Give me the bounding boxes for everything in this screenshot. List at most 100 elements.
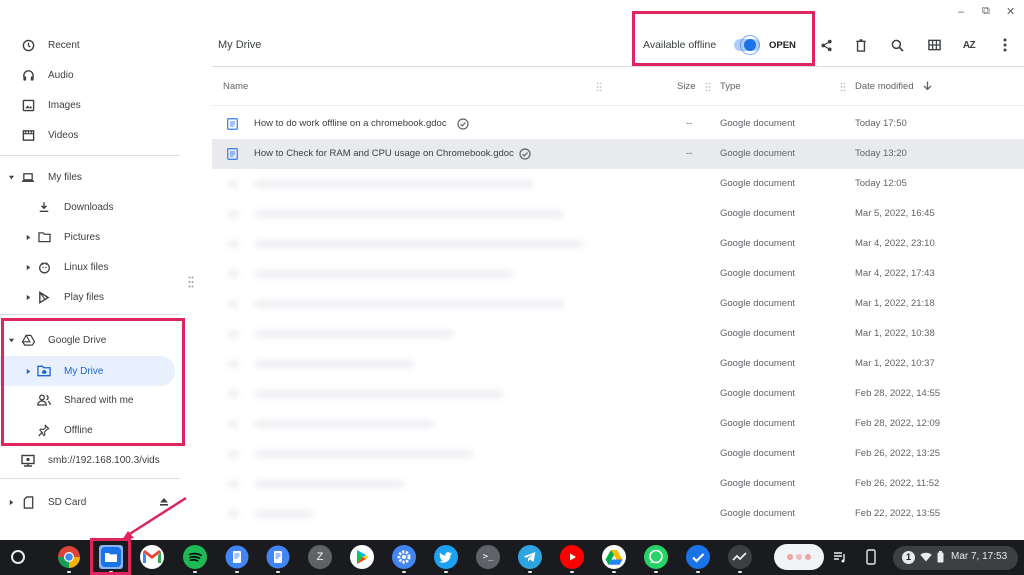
- file-name: How to Check for RAM and CPU usage on Ch…: [254, 148, 514, 159]
- chrome-icon[interactable]: [57, 545, 81, 573]
- file-type: Google document: [720, 238, 795, 249]
- restore-button[interactable]: ⧉: [982, 5, 990, 18]
- table-row[interactable]: How to Check for RAM and CPU usage on Ch…: [212, 139, 1024, 169]
- table-row[interactable]: Google document Feb 28, 2022, 12:09: [212, 409, 1024, 439]
- gmail-icon[interactable]: [140, 545, 164, 569]
- blurred-tray-item[interactable]: [774, 544, 824, 570]
- youtube-icon[interactable]: [560, 545, 584, 573]
- launcher-icon[interactable]: [6, 545, 30, 569]
- blurred-file-name: [254, 480, 404, 488]
- analytics-icon[interactable]: [728, 545, 752, 573]
- sidebar-resize-handle[interactable]: [188, 276, 194, 288]
- blurred-file-icon: [227, 480, 239, 488]
- docs-icon-2[interactable]: [266, 545, 290, 573]
- file-type: Google document: [720, 208, 795, 219]
- sort-descending-arrow-icon[interactable]: [923, 81, 932, 91]
- blurred-file-name: [254, 330, 454, 338]
- blurred-file-icon: [227, 330, 239, 338]
- sidebar-item-pictures[interactable]: Pictures: [0, 222, 180, 252]
- blurred-file-name: [254, 450, 474, 458]
- blurred-file-name: [254, 390, 504, 398]
- table-row[interactable]: Google document Mar 1, 2022, 21:18: [212, 289, 1024, 319]
- blurred-file-name: [254, 240, 584, 248]
- blurred-file-icon: [227, 240, 239, 248]
- media-controls-icon[interactable]: [833, 550, 847, 564]
- sidebar-item-label: Linux files: [64, 261, 109, 273]
- wifi-icon[interactable]: [920, 552, 932, 562]
- column-resize-handle[interactable]: [705, 82, 711, 92]
- tasks-icon[interactable]: [686, 545, 710, 573]
- sidebar-item-play-files[interactable]: Play files: [0, 282, 180, 312]
- table-row[interactable]: Google document Mar 1, 2022, 10:37: [212, 349, 1024, 379]
- phone-hub-icon[interactable]: [866, 549, 876, 565]
- telegram-icon[interactable]: [518, 545, 542, 573]
- table-row[interactable]: Google document Feb 28, 2022, 14:55: [212, 379, 1024, 409]
- blurred-file-icon: [227, 450, 239, 458]
- caret-down-icon[interactable]: [7, 173, 15, 181]
- running-indicator: [276, 571, 280, 573]
- column-resize-handle[interactable]: [840, 82, 846, 92]
- caret-right-icon[interactable]: [24, 263, 32, 271]
- running-indicator: [67, 571, 71, 573]
- sidebar-item-my-files[interactable]: My files: [0, 162, 180, 192]
- sidebar-item-label: Pictures: [64, 231, 101, 243]
- play-store-icon[interactable]: [350, 545, 374, 569]
- file-type: Google document: [720, 448, 795, 459]
- column-header-size[interactable]: Size: [677, 81, 695, 92]
- table-row[interactable]: Google document Feb 22, 2022, 13:55: [212, 499, 1024, 529]
- folder-icon: [37, 230, 51, 244]
- file-date: Today 12:05: [855, 178, 907, 189]
- settings-icon[interactable]: [392, 545, 416, 573]
- share-icon[interactable]: [816, 35, 836, 55]
- column-header-name[interactable]: Name: [223, 81, 248, 92]
- running-indicator: [193, 571, 197, 573]
- grid-view-icon[interactable]: [924, 35, 944, 55]
- clock[interactable]: Mar 7, 17:53: [951, 551, 1007, 562]
- sidebar-item-label: SD Card: [48, 496, 87, 508]
- delete-icon[interactable]: [851, 35, 871, 55]
- drive-icon[interactable]: [602, 545, 626, 573]
- caret-right-icon[interactable]: [7, 498, 15, 506]
- caret-right-icon[interactable]: [24, 293, 32, 301]
- sidebar-item-linux-files[interactable]: Linux files: [0, 252, 180, 282]
- search-icon[interactable]: [887, 35, 907, 55]
- table-row[interactable]: Google document Mar 4, 2022, 17:43: [212, 259, 1024, 289]
- sidebar-item-smb-share[interactable]: smb://192.168.100.3/vids: [0, 445, 180, 475]
- zoom-icon[interactable]: Z: [308, 545, 332, 569]
- notification-count-badge[interactable]: 1: [902, 551, 915, 564]
- table-row[interactable]: Google document Mar 4, 2022, 23:10: [212, 229, 1024, 259]
- battery-icon[interactable]: [937, 551, 944, 563]
- terminal-icon[interactable]: >_: [476, 545, 500, 569]
- column-header-date-modified[interactable]: Date modified: [855, 81, 914, 92]
- spotify-icon[interactable]: [183, 545, 207, 573]
- running-indicator: [654, 571, 658, 573]
- caret-right-icon[interactable]: [24, 233, 32, 241]
- sort-az-icon[interactable]: AZ: [959, 35, 979, 55]
- sidebar-item-recent[interactable]: Recent: [0, 30, 180, 60]
- file-date: Today 13:20: [855, 148, 907, 159]
- table-row[interactable]: Google document Feb 26, 2022, 11:52: [212, 469, 1024, 499]
- table-row[interactable]: Google document Today 12:05: [212, 169, 1024, 199]
- file-date: Mar 4, 2022, 23:10: [855, 238, 935, 249]
- column-header-type[interactable]: Type: [720, 81, 741, 92]
- more-options-icon[interactable]: [995, 35, 1015, 55]
- minimize-button[interactable]: –: [958, 6, 964, 18]
- table-row[interactable]: Google document Mar 5, 2022, 16:45: [212, 199, 1024, 229]
- twitter-icon[interactable]: [434, 545, 458, 573]
- sidebar-item-audio[interactable]: Audio: [0, 60, 180, 90]
- sidebar-item-videos[interactable]: Videos: [0, 120, 180, 150]
- file-type: Google document: [720, 478, 795, 489]
- whatsapp-icon[interactable]: [644, 545, 668, 573]
- close-button[interactable]: ✕: [1006, 5, 1015, 18]
- table-row[interactable]: Google document Feb 26, 2022, 13:25: [212, 439, 1024, 469]
- table-row[interactable]: How to do work offline on a chromebook.g…: [212, 109, 1024, 139]
- blurred-file-name: [254, 180, 534, 188]
- file-type: Google document: [720, 298, 795, 309]
- sidebar-item-downloads[interactable]: Downloads: [0, 192, 180, 222]
- column-resize-handle[interactable]: [596, 82, 602, 92]
- docs-icon[interactable]: [225, 545, 249, 573]
- offline-available-icon: [457, 118, 469, 130]
- sidebar-item-images[interactable]: Images: [0, 90, 180, 120]
- file-type: Google document: [720, 508, 795, 519]
- table-row[interactable]: Google document Mar 1, 2022, 10:38: [212, 319, 1024, 349]
